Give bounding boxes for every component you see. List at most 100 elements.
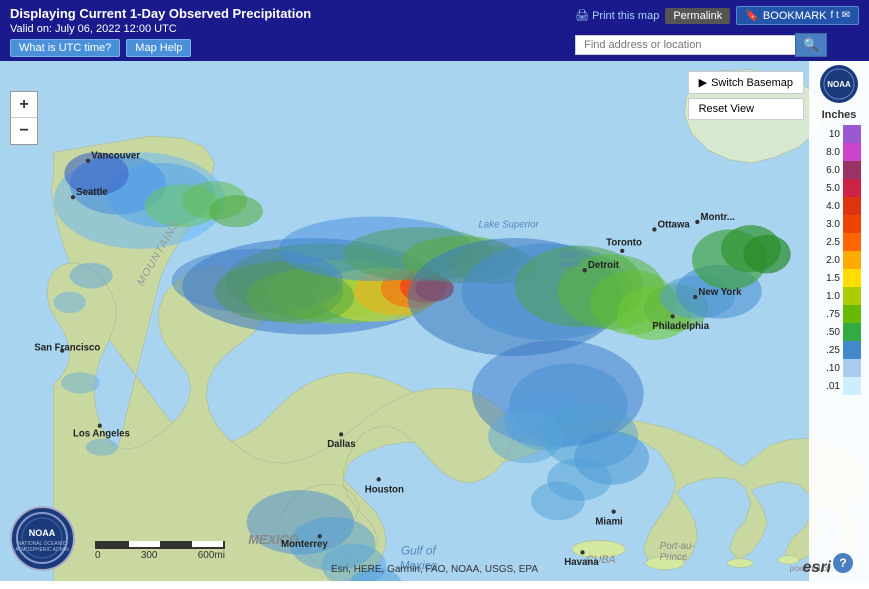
legend-color-swatch: [843, 161, 861, 179]
svg-text:Huron: Huron: [557, 259, 581, 269]
svg-text:Gulf of: Gulf of: [401, 544, 437, 558]
svg-text:Houston: Houston: [365, 484, 404, 495]
map-svg: Gulf of Mexico Lake Superior Lake Huron …: [0, 61, 869, 581]
legend: NOAA Inches 108.06.05.04.03.02.52.01.51.…: [809, 61, 869, 581]
legend-row: 4.0: [814, 197, 864, 215]
svg-text:Port-au-: Port-au-: [660, 541, 695, 552]
search-button[interactable]: 🔍: [795, 33, 827, 57]
scale-labels: 0 300 600mi: [95, 550, 225, 561]
svg-text:Miami: Miami: [595, 516, 622, 527]
chevron-right-icon: ▶: [699, 76, 707, 89]
zoom-in-button[interactable]: +: [11, 92, 37, 118]
bookmark-icon: 🔖: [745, 9, 759, 22]
map-help-button[interactable]: Map Help: [126, 39, 191, 57]
social-icons: f t ✉: [831, 10, 851, 21]
legend-color-swatch: [843, 341, 861, 359]
legend-color-swatch: [843, 287, 861, 305]
noaa-logo-bottom: NOAA NATIONAL OCEANIC ATMOSPHERIC ADMIN: [10, 506, 75, 571]
svg-text:Los Angeles: Los Angeles: [73, 428, 130, 439]
legend-value: .75: [814, 309, 840, 320]
legend-value: 2.0: [814, 255, 840, 266]
legend-color-swatch: [843, 323, 861, 341]
search-row: 🔍: [575, 33, 827, 57]
legend-color-swatch: [843, 215, 861, 233]
legend-value: .25: [814, 345, 840, 356]
svg-text:Lake: Lake: [559, 249, 578, 259]
legend-value: .50: [814, 327, 840, 338]
svg-text:Vancouver: Vancouver: [91, 151, 140, 162]
scale-bar: 0 300 600mi: [95, 541, 225, 561]
svg-text:Toronto: Toronto: [606, 238, 642, 249]
legend-color-swatch: [843, 179, 861, 197]
svg-text:Havana: Havana: [564, 557, 599, 568]
legend-color-swatch: [843, 143, 861, 161]
legend-color-swatch: [843, 233, 861, 251]
legend-value: 2.5: [814, 237, 840, 248]
legend-row: .25: [814, 341, 864, 359]
legend-row: 1.5: [814, 269, 864, 287]
legend-row: 10: [814, 125, 864, 143]
legend-color-swatch: [843, 251, 861, 269]
header: Displaying Current 1-Day Observed Precip…: [0, 0, 869, 61]
legend-value: 1.5: [814, 273, 840, 284]
legend-value: 1.0: [814, 291, 840, 302]
svg-text:San Francisco: San Francisco: [34, 343, 100, 354]
svg-text:Monterrey: Monterrey: [281, 539, 328, 550]
reset-view-button[interactable]: Reset View: [688, 98, 804, 120]
legend-row: .10: [814, 359, 864, 377]
header-left: Displaying Current 1-Day Observed Precip…: [10, 6, 575, 57]
bookmark-button[interactable]: 🔖 BOOKMARK f t ✉: [736, 6, 859, 25]
legend-row: 2.0: [814, 251, 864, 269]
legend-row: 8.0: [814, 143, 864, 161]
header-title: Displaying Current 1-Day Observed Precip…: [10, 6, 575, 21]
scale-segment-4: [192, 541, 224, 547]
legend-row: 5.0: [814, 179, 864, 197]
search-input[interactable]: [575, 35, 795, 55]
help-button[interactable]: ?: [833, 553, 853, 573]
permalink-button[interactable]: Permalink: [665, 8, 730, 24]
svg-text:Seattle: Seattle: [76, 187, 108, 198]
legend-color-swatch: [843, 359, 861, 377]
scale-label-300: 300: [141, 550, 158, 561]
print-icon: 🖨: [575, 9, 589, 22]
svg-text:Ottawa: Ottawa: [658, 219, 691, 230]
zoom-out-button[interactable]: −: [11, 118, 37, 144]
legend-color-swatch: [843, 125, 861, 143]
scale-label-0: 0: [95, 550, 101, 561]
legend-row: .01: [814, 377, 864, 395]
header-valid: Valid on: July 06, 2022 12:00 UTC: [10, 23, 575, 35]
svg-text:NOAA: NOAA: [827, 80, 851, 89]
header-top-right: 🖨 Print this map Permalink 🔖 BOOKMARK f …: [575, 6, 859, 25]
noaa-logo-legend: NOAA: [820, 65, 858, 103]
scale-line: [95, 541, 225, 549]
svg-text:Lake Superior: Lake Superior: [479, 219, 540, 230]
scale-segment-1: [97, 541, 129, 547]
map-container: Gulf of Mexico Lake Superior Lake Huron …: [0, 61, 869, 581]
legend-value: 8.0: [814, 147, 840, 158]
legend-value: 3.0: [814, 219, 840, 230]
map-controls-top: ▶ Switch Basemap Reset View: [688, 71, 804, 120]
legend-color-swatch: [843, 377, 861, 395]
utc-time-button[interactable]: What is UTC time?: [10, 39, 120, 57]
svg-text:ATMOSPHERIC ADMIN: ATMOSPHERIC ADMIN: [15, 547, 69, 553]
header-right: 🖨 Print this map Permalink 🔖 BOOKMARK f …: [575, 6, 859, 57]
legend-value: 5.0: [814, 183, 840, 194]
svg-text:Philadelphia: Philadelphia: [652, 321, 709, 332]
svg-text:New York: New York: [698, 287, 742, 298]
svg-text:Montr...: Montr...: [701, 212, 736, 223]
svg-text:NOAA: NOAA: [29, 528, 56, 538]
scale-segment-2: [129, 541, 161, 547]
switch-basemap-button[interactable]: ▶ Switch Basemap: [688, 71, 804, 94]
legend-row: 1.0: [814, 287, 864, 305]
legend-row: 3.0: [814, 215, 864, 233]
legend-color-bar: 10 8.0 6.0 5.0 4.0 3.0 2.5 2.0 1.5 1.0 .75 .50 .25 .1…: [814, 125, 864, 395]
svg-text:Dallas: Dallas: [327, 439, 355, 450]
legend-row: 6.0: [814, 161, 864, 179]
esri-logo: esri: [803, 559, 831, 577]
svg-text:Detroit: Detroit: [588, 260, 620, 271]
zoom-controls: + −: [10, 91, 38, 145]
header-buttons: What is UTC time? Map Help: [10, 39, 575, 57]
print-link[interactable]: 🖨 Print this map: [575, 9, 659, 22]
scale-label-600: 600mi: [198, 550, 225, 561]
attribution: Esri, HERE, Garmin, FAO, NOAA, USGS, EPA: [331, 564, 538, 575]
